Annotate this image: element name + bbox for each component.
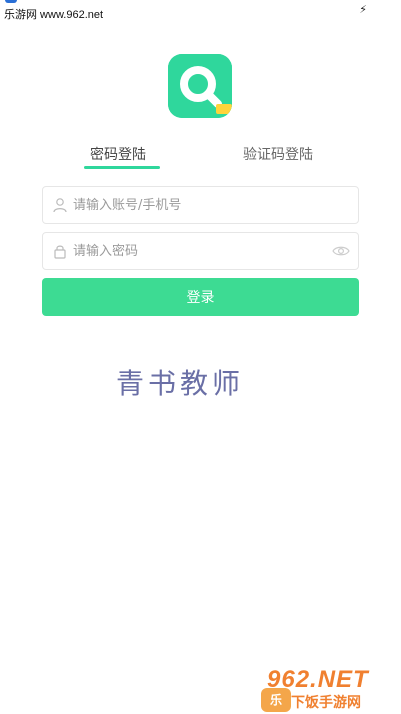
app-logo-icon	[168, 54, 232, 118]
password-input[interactable]	[73, 233, 333, 269]
watermark-bottom: 下饭手游网	[291, 695, 361, 711]
tab-code-login[interactable]: 验证码登陆	[243, 144, 313, 164]
account-field	[42, 186, 359, 224]
login-button[interactable]: 登录	[42, 278, 359, 316]
watermark: 962.NET 乐 下饭手游网	[261, 666, 401, 714]
tab-password-login[interactable]: 密码登陆	[90, 144, 146, 164]
login-tabs: 密码登陆 验证码登陆	[0, 144, 401, 174]
watermark-badge: 乐	[261, 688, 291, 712]
lightning-bolt-icon: ⚡	[359, 3, 367, 16]
password-field	[42, 232, 359, 270]
account-input[interactable]	[73, 187, 333, 223]
user-icon	[53, 198, 67, 213]
status-indicator	[5, 0, 17, 3]
status-bar: 乐游网 www.962.net ⚡	[0, 0, 401, 22]
app-name-caption: 青书教师	[116, 367, 245, 400]
lock-icon	[54, 245, 66, 259]
site-label: 乐游网 www.962.net	[4, 9, 104, 21]
eye-icon[interactable]	[332, 244, 350, 258]
active-tab-indicator	[84, 166, 160, 169]
